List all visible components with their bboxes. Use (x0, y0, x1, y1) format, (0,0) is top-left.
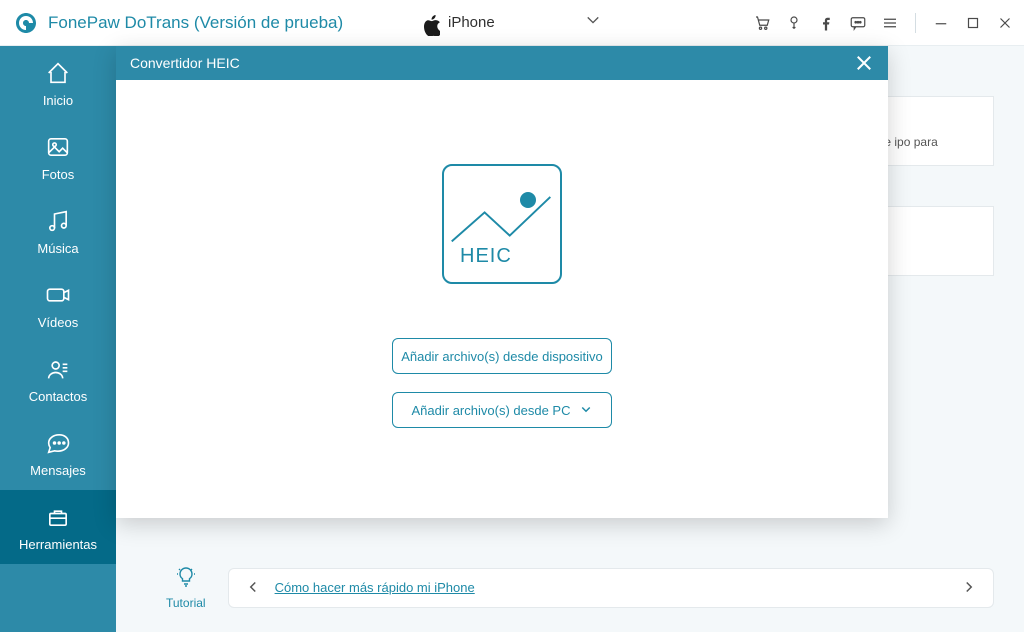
app-title: FonePaw DoTrans (Versión de prueba) (48, 13, 343, 33)
sidebar-item-label: Fotos (42, 167, 75, 182)
dot-icon (520, 192, 536, 208)
button-label: Añadir archivo(s) desde PC (412, 403, 571, 418)
photos-icon (44, 133, 72, 161)
sidebar-item-label: Herramientas (19, 537, 97, 552)
chevron-down-icon (586, 13, 600, 32)
apple-icon (424, 15, 440, 31)
sidebar: Inicio Fotos Música Vídeos Contactos Men… (0, 46, 116, 632)
key-icon[interactable] (785, 14, 803, 32)
sidebar-item-label: Vídeos (38, 315, 78, 330)
heic-label: HEIC (460, 245, 512, 268)
sidebar-item-label: Música (37, 241, 78, 256)
sidebar-item-photos[interactable]: Fotos (0, 120, 116, 194)
heic-converter-dialog: Convertidor HEIC HEIC Añadir archivo(s) … (116, 46, 888, 518)
videos-icon (44, 281, 72, 309)
title-bar: FonePaw DoTrans (Versión de prueba) iPho… (0, 0, 1024, 46)
feedback-icon[interactable] (849, 14, 867, 32)
tutorial-link[interactable]: Cómo hacer más rápido mi iPhone (275, 580, 475, 595)
messages-icon (44, 429, 72, 457)
sidebar-item-videos[interactable]: Vídeos (0, 268, 116, 342)
music-icon (44, 207, 72, 235)
tools-icon (44, 503, 72, 531)
dialog-title: Convertidor HEIC (130, 55, 240, 71)
tutorial-bar: Tutorial Cómo hacer más rápido mi iPhone (166, 565, 994, 610)
sidebar-item-messages[interactable]: Mensajes (0, 416, 116, 490)
app-logo-icon (14, 11, 38, 35)
device-name: iPhone (448, 14, 495, 31)
title-toolbar (753, 13, 1014, 33)
contacts-icon (44, 355, 72, 383)
sidebar-item-label: Inicio (43, 93, 73, 108)
close-icon[interactable] (996, 14, 1014, 32)
device-selector[interactable]: iPhone (412, 9, 612, 36)
divider (915, 13, 916, 33)
chevron-right-icon[interactable] (963, 577, 975, 598)
tutorial-label: Tutorial (166, 596, 206, 610)
tutorial-icon-block: Tutorial (166, 565, 206, 610)
sidebar-item-home[interactable]: Inicio (0, 46, 116, 120)
dialog-body: HEIC Añadir archivo(s) desde dispositivo… (116, 80, 888, 518)
sidebar-item-contacts[interactable]: Contactos (0, 342, 116, 416)
add-from-device-button[interactable]: Añadir archivo(s) desde dispositivo (392, 338, 612, 374)
sidebar-item-label: Contactos (29, 389, 88, 404)
dialog-header: Convertidor HEIC (116, 46, 888, 80)
button-label: Añadir archivo(s) desde dispositivo (401, 349, 603, 364)
tutorial-pill: Cómo hacer más rápido mi iPhone (228, 568, 994, 608)
chevron-left-icon[interactable] (247, 577, 259, 598)
sidebar-item-tools[interactable]: Herramientas (0, 490, 116, 564)
facebook-icon[interactable] (817, 14, 835, 32)
cart-icon[interactable] (753, 14, 771, 32)
heic-thumbnail: HEIC (442, 164, 562, 284)
minimize-icon[interactable] (932, 14, 950, 32)
chevron-down-icon (580, 402, 592, 418)
menu-icon[interactable] (881, 14, 899, 32)
sidebar-item-music[interactable]: Música (0, 194, 116, 268)
lightbulb-icon (174, 565, 198, 596)
add-from-pc-button[interactable]: Añadir archivo(s) desde PC (392, 392, 612, 428)
maximize-icon[interactable] (964, 14, 982, 32)
close-icon[interactable] (854, 53, 874, 73)
home-icon (44, 59, 72, 87)
sidebar-item-label: Mensajes (30, 463, 86, 478)
